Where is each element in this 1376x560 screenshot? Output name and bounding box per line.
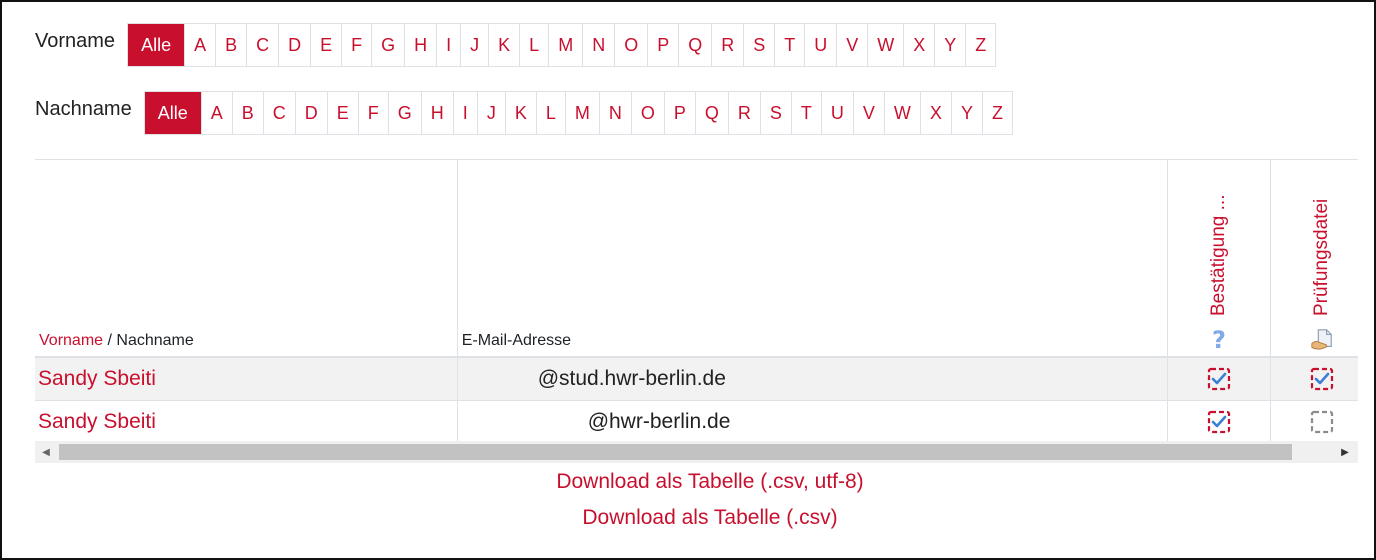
- email-header-label: E-Mail-Adresse: [461, 332, 572, 349]
- firstname-initial-l[interactable]: L: [519, 24, 548, 66]
- examfile-column-link[interactable]: Prüfungsdatei: [1311, 176, 1333, 316]
- lastname-initial-b[interactable]: B: [231, 92, 263, 134]
- firstname-initial-g[interactable]: G: [371, 24, 404, 66]
- firstname-initial-y[interactable]: Y: [934, 24, 965, 66]
- confirmation-column-header: Bestätigung ... ?: [1167, 160, 1271, 358]
- table-row: Sandy Sbeiti @stud.hwr-berlin.de: [35, 357, 1358, 401]
- firstname-initial-x[interactable]: X: [903, 24, 934, 66]
- lastname-initial-z[interactable]: Z: [981, 92, 1012, 134]
- lastname-initial-g[interactable]: G: [387, 92, 421, 134]
- lastname-initial-all[interactable]: Alle: [144, 92, 201, 134]
- firstname-filter-label: Vorname: [35, 29, 116, 52]
- firstname-initial-s[interactable]: S: [743, 24, 774, 66]
- firstname-initial-f[interactable]: F: [341, 24, 371, 66]
- table-header-row: Vorname / Nachname E-Mail-Adresse Bestät…: [35, 160, 1358, 358]
- horizontal-scrollbar[interactable]: ◀ ▶: [35, 441, 1358, 463]
- firstname-initial-r[interactable]: R: [711, 24, 743, 66]
- lastname-initial-n[interactable]: N: [598, 92, 631, 134]
- page-frame: Vorname Alle A B C D E F G H I J K L M N O P Q R S T U V W X Y Z N…: [0, 0, 1376, 560]
- lastname-initial-v[interactable]: V: [852, 92, 884, 134]
- sort-by-firstname-link[interactable]: Vorname: [39, 332, 103, 349]
- email-column-header: E-Mail-Adresse: [457, 160, 1169, 358]
- firstname-initial-d[interactable]: D: [278, 24, 310, 66]
- firstname-initial-a[interactable]: A: [184, 24, 215, 66]
- lastname-initial-u[interactable]: U: [820, 92, 853, 134]
- firstname-filter: Vorname Alle A B C D E F G H I J K L M N O P Q R S T U V W X Y Z: [35, 23, 997, 67]
- firstname-initial-b[interactable]: B: [215, 24, 246, 66]
- participant-name-link[interactable]: Sandy Sbeiti: [38, 367, 156, 390]
- lastname-filter: Nachname Alle A B C D E F G H I J K L M N O P Q R S T U V W X Y Z: [35, 91, 1013, 135]
- confirmation-checkbox-icon[interactable]: [1207, 410, 1231, 434]
- lastname-initial-c[interactable]: C: [262, 92, 295, 134]
- svg-text:?: ?: [1212, 326, 1226, 352]
- firstname-initial-c[interactable]: C: [246, 24, 278, 66]
- scroll-right-arrow-icon[interactable]: ▶: [1334, 441, 1356, 463]
- lastname-initial-h[interactable]: H: [420, 92, 453, 134]
- lastname-initial-a[interactable]: A: [200, 92, 232, 134]
- lastname-initial-l[interactable]: L: [535, 92, 565, 134]
- lastname-initial-i[interactable]: I: [452, 92, 477, 134]
- participants-table-wrapper: Vorname / Nachname E-Mail-Adresse Bestät…: [35, 159, 1358, 463]
- firstname-initial-p[interactable]: P: [647, 24, 678, 66]
- sort-by-lastname-link[interactable]: Nachname: [116, 332, 193, 349]
- firstname-initial-u[interactable]: U: [804, 24, 836, 66]
- firstname-initial-i[interactable]: I: [436, 24, 460, 66]
- firstname-initial-h[interactable]: H: [404, 24, 436, 66]
- participant-email: @hwr-berlin.de: [587, 409, 731, 433]
- lastname-initial-o[interactable]: O: [630, 92, 664, 134]
- firstname-initial-w[interactable]: W: [867, 24, 903, 66]
- firstname-initial-v[interactable]: V: [836, 24, 867, 66]
- confirmation-column-link[interactable]: Bestätigung ...: [1208, 176, 1230, 316]
- lastname-initial-x[interactable]: X: [919, 92, 951, 134]
- lastname-initial-q[interactable]: Q: [694, 92, 728, 134]
- table-row: Sandy Sbeiti @hwr-berlin.de: [35, 400, 1358, 444]
- participant-email: @stud.hwr-berlin.de: [537, 366, 726, 390]
- lastname-initial-t[interactable]: T: [790, 92, 821, 134]
- header-separator: /: [103, 332, 117, 349]
- firstname-initial-q[interactable]: Q: [678, 24, 711, 66]
- lastname-initial-m[interactable]: M: [564, 92, 599, 134]
- examfile-column-header: Prüfungsdatei: [1270, 160, 1358, 358]
- name-column-header: Vorname / Nachname: [35, 160, 458, 358]
- lastname-initial-p[interactable]: P: [663, 92, 695, 134]
- lastname-initial-j[interactable]: J: [476, 92, 505, 134]
- lastname-initial-f[interactable]: F: [357, 92, 388, 134]
- download-csv-link[interactable]: Download als Tabelle (.csv): [22, 506, 1376, 530]
- lastname-initial-w[interactable]: W: [883, 92, 920, 134]
- firstname-initials-bar: Alle A B C D E F G H I J K L M N O P Q R S T U V W X Y Z: [127, 23, 997, 67]
- examfile-checkbox-icon[interactable]: [1310, 410, 1334, 434]
- participants-table: Vorname / Nachname E-Mail-Adresse Bestät…: [35, 160, 1358, 444]
- lastname-initial-s[interactable]: S: [759, 92, 791, 134]
- question-mark-icon[interactable]: ?: [1207, 326, 1231, 352]
- firstname-initial-o[interactable]: O: [614, 24, 647, 66]
- firstname-initial-n[interactable]: N: [582, 24, 614, 66]
- lastname-initial-r[interactable]: R: [727, 92, 760, 134]
- lastname-initial-y[interactable]: Y: [950, 92, 982, 134]
- download-csv-utf8-link[interactable]: Download als Tabelle (.csv, utf-8): [22, 470, 1376, 494]
- examfile-checkbox-icon[interactable]: [1310, 367, 1334, 391]
- lastname-initial-e[interactable]: E: [326, 92, 358, 134]
- scroll-left-arrow-icon[interactable]: ◀: [35, 441, 57, 463]
- firstname-initial-m[interactable]: M: [548, 24, 582, 66]
- lastname-filter-label: Nachname: [35, 97, 132, 120]
- lastname-initials-bar: Alle A B C D E F G H I J K L M N O P Q R S T U V W X Y Z: [143, 91, 1013, 135]
- firstname-initial-j[interactable]: J: [460, 24, 488, 66]
- firstname-initial-e[interactable]: E: [310, 24, 341, 66]
- scrollbar-thumb[interactable]: [59, 444, 1292, 460]
- firstname-initial-k[interactable]: K: [488, 24, 519, 66]
- lastname-initial-d[interactable]: D: [294, 92, 327, 134]
- file-icon: [1310, 326, 1334, 352]
- firstname-initial-t[interactable]: T: [774, 24, 804, 66]
- firstname-initial-z[interactable]: Z: [965, 24, 995, 66]
- table-body: Sandy Sbeiti @stud.hwr-berlin.de Sandy Sbe…: [35, 357, 1358, 444]
- confirmation-checkbox-icon[interactable]: [1207, 367, 1231, 391]
- lastname-initial-k[interactable]: K: [504, 92, 536, 134]
- firstname-initial-all[interactable]: Alle: [128, 24, 185, 66]
- participant-name-link[interactable]: Sandy Sbeiti: [38, 410, 156, 433]
